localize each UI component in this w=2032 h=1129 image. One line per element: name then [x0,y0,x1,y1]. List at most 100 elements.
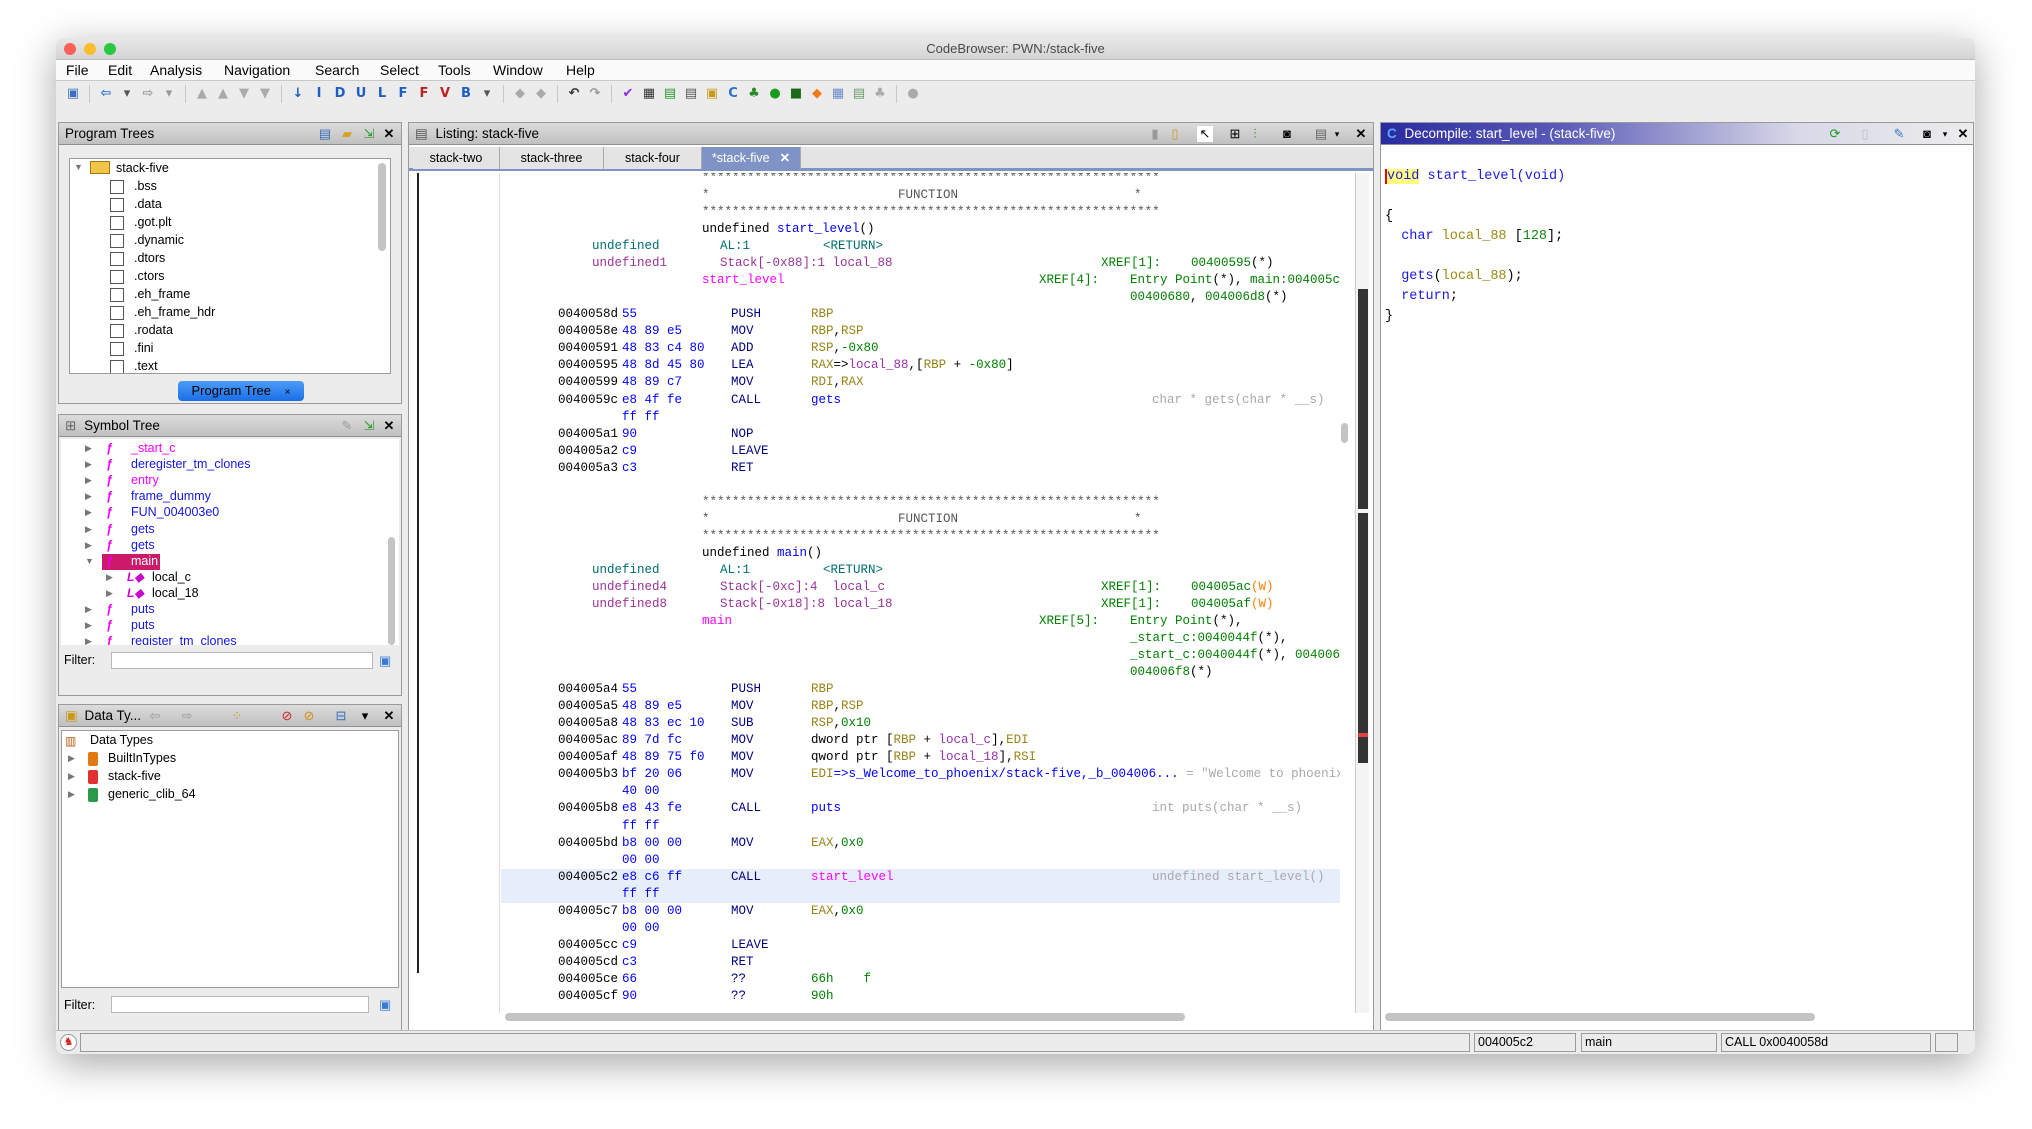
diff-icon[interactable]: ⫶ [1247,126,1263,142]
listing-row[interactable]: * FUNCTION * [501,511,1340,528]
listing-row[interactable]: 40 00 [501,783,1340,800]
listing-row[interactable]: main XREF[5]: Entry Point(*), [501,613,1340,630]
listing-op-cell[interactable]: EDI=>s_Welcome_to_phoenix/stack-five,_b_… [811,766,1340,783]
overview-bar[interactable] [1355,173,1369,1013]
redo-icon[interactable]: ↷ [587,86,603,102]
listing-row[interactable]: 004005af 48 89 75 f0 MOV qword ptr [RBP + l… [501,749,1340,766]
listing-row[interactable]: * FUNCTION * [501,187,1340,204]
expand-arrow-icon[interactable]: ▶ [85,620,92,631]
function-graph-icon[interactable]: ♣ [746,86,762,102]
listing-row[interactable]: 004005b8 e8 43 fe CALL puts int puts(char * … [501,800,1340,817]
snapshot-icon[interactable]: ◙ [1919,126,1935,142]
memory-icon[interactable]: ■ [788,86,804,102]
back-icon[interactable]: ⇦ [98,86,114,102]
listing-row[interactable]: 004005b3 bf 20 06 MOV EDI=>s_Welcome_to_pho… [501,766,1340,783]
data-types-tree[interactable]: ▥ Data Types ▶ BuiltInTypes ▶ stack-five ▶ ge… [61,730,399,988]
prev-instr-icon[interactable]: ▼ [236,86,252,102]
listing-row[interactable]: undefined4 Stack[-0xc]:4 local_c XREF[1]: 0… [501,579,1340,596]
export-icon[interactable]: ▤ [662,86,678,102]
listing-row[interactable]: _start_c:0040044f(*), [501,630,1340,647]
listing-row[interactable]: 00400599 48 89 c7 MOV RDI,RAX [501,374,1340,391]
listing-op-cell[interactable]: RSP,-0x80 [811,340,879,357]
listing-addr-cell[interactable]: 004005cd [558,954,618,971]
program-tree-tab[interactable]: Program Tree × [178,381,304,401]
symbol-tree-view[interactable]: ▶ ƒ _start_c ▶ ƒ deregister_tm_clones ▶ ƒ entry ▶… [61,439,399,645]
listing-addr-cell[interactable]: 00400595 [558,357,618,374]
listing-addr-cell[interactable]: 004005a2 [558,443,618,460]
close-icon[interactable]: ✕ [1353,126,1369,142]
listing-op-cell[interactable]: EAX,0x0 [811,903,864,920]
merge-icon[interactable]: ⇲ [361,126,377,142]
listing-row[interactable]: start_level XREF[4]: Entry Point(*), main:… [501,272,1340,289]
listing-addr-cell[interactable]: 004005ac [558,732,618,749]
listing-row[interactable]: ff ff [501,409,1340,426]
listing-row[interactable]: 0040058d 55 PUSH RBP [501,306,1340,323]
new-tree-icon[interactable]: ▤ [317,126,333,142]
tab-stackfour[interactable]: stack-four [604,147,702,169]
listing-addr-cell[interactable]: 004005a8 [558,715,618,732]
symbol-item-puts[interactable]: puts [131,618,155,632]
menu-analysis[interactable]: Analysis [150,62,202,78]
tree-item-bss[interactable]: .bss [134,179,157,193]
expand-arrow-icon[interactable]: ▶ [85,540,92,551]
listing-op-cell[interactable]: gets [811,392,841,409]
expand-arrow-icon[interactable]: ▶ [68,789,75,800]
listing-row[interactable]: 004005a3 c3 RET [501,460,1340,477]
listing-op-cell[interactable]: RSP,0x10 [811,715,871,732]
expand-arrow-icon[interactable]: ▶ [85,443,92,454]
listing-op-cell[interactable]: RAX=>local_88,[RBP + -0x80] [811,357,1014,374]
listing-row[interactable]: 004005ce 66?? 66h f [501,971,1340,988]
symbol-item-FUN_004003e0[interactable]: FUN_004003e0 [131,505,219,519]
expand-arrow-icon[interactable]: ▶ [85,524,92,535]
listing-row[interactable]: undefined AL:1 <RETURN> [501,238,1340,255]
symbol-item-gets[interactable]: gets [131,522,155,536]
edit-icon[interactable]: ✎ [339,418,355,434]
data-type-archive-stackfive[interactable]: stack-five [108,769,161,783]
expand-arrow-icon[interactable]: ▶ [85,636,92,645]
checkmark-icon[interactable]: ✔ [620,86,636,102]
listing-op-cell[interactable]: RBP,RSP [811,323,864,340]
menu-navigation[interactable]: Navigation [224,62,290,78]
dropdown-icon[interactable]: ▾ [1329,126,1345,142]
cursor-icon[interactable]: ↖ [1197,126,1213,142]
options-icon[interactable]: ▤ [1313,126,1329,142]
listing-row[interactable]: 0040059c e8 4f fe CALL gets char * gets(char… [501,392,1340,409]
listing-row[interactable]: 004005cd c3 RET [501,954,1340,971]
data-type-archive-generic_clib_64[interactable]: generic_clib_64 [108,787,196,801]
collapse-all-icon[interactable]: ⊟ [333,708,349,724]
refresh-icon[interactable]: ⟳ [1827,126,1843,142]
listing-addr-cell[interactable]: 004005ce [558,971,618,988]
tree-item-eh_frame_hdr[interactable]: .eh_frame_hdr [134,305,215,319]
listing-addr-cell[interactable]: 0040058e [558,323,618,340]
symbol-item-gets[interactable]: gets [131,538,155,552]
listing-row[interactable]: 004005cc c9 LEAVE [501,937,1340,954]
listing-row[interactable]: 00400680, 004006d8(*) [501,289,1340,306]
listing-addr-cell[interactable]: 0040059c [558,392,618,409]
listing-addr-cell[interactable]: 004005a4 [558,681,618,698]
listing-row[interactable]: 004005a1 90 NOP [501,426,1340,443]
forward-icon[interactable]: ⇨ [179,708,195,724]
listing-row[interactable]: 004005a2 c9 LEAVE [501,443,1340,460]
next-data-icon[interactable]: D [332,86,348,102]
tree-item-gotplt[interactable]: .got.plt [134,215,172,229]
decompile-line[interactable]: gets(local_88); [1385,267,1523,287]
collapse-arrow-icon[interactable]: ▼ [74,162,83,172]
collapse-arrow-icon[interactable]: ▼ [85,556,94,566]
table-icon[interactable]: ▦ [830,86,846,102]
listing-op-cell[interactable]: 90h [811,988,834,1005]
listing-content[interactable]: ****************************************… [501,173,1340,1008]
dropdown-icon[interactable]: ▾ [161,86,177,102]
symbol-item-puts[interactable]: puts [131,602,155,616]
next-label-icon[interactable]: L [374,86,390,102]
filter-pointers-icon[interactable]: ⊘ [301,708,317,724]
forward-icon[interactable]: ⇨ [140,86,156,102]
listing-row[interactable]: 0040058e 48 89 e5 MOV RBP,RSP [501,323,1340,340]
next-value-icon[interactable]: V [437,86,453,102]
symbol-item-frame_dummy[interactable]: frame_dummy [131,489,211,503]
next-instruction-icon[interactable]: I [311,86,327,102]
tree-item-dynamic[interactable]: .dynamic [134,233,184,247]
expand-arrow-icon[interactable]: ▶ [85,491,92,502]
expand-arrow-icon[interactable]: ▶ [85,604,92,615]
listing-row[interactable]: undefined1 Stack[-0x88]:1 local_88 XREF[1]… [501,255,1340,272]
minimize-window-button[interactable] [84,43,96,55]
